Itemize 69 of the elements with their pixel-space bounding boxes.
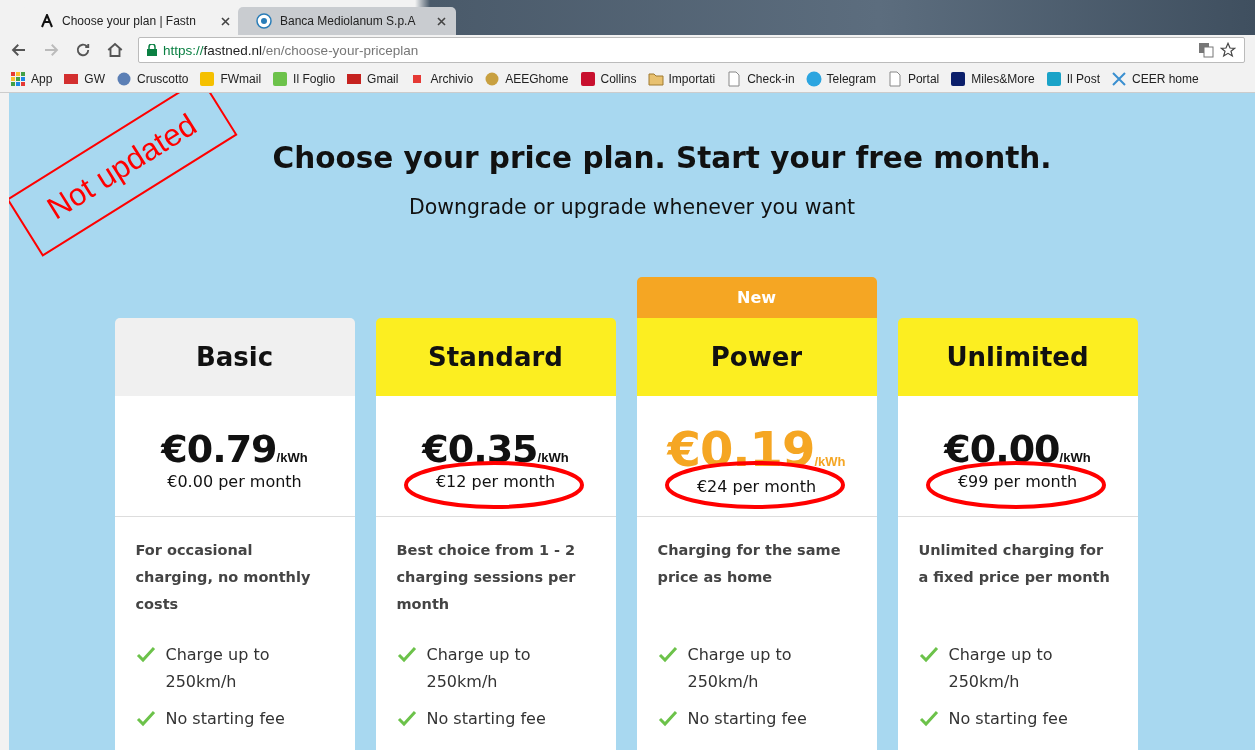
bookmark[interactable]: App (10, 70, 53, 87)
bookmark[interactable]: AEEGhome (484, 70, 569, 87)
bookmark[interactable]: FWmail (199, 70, 262, 87)
plan-price: €0.00 (944, 429, 1060, 468)
check-icon (918, 709, 939, 729)
bookmark[interactable]: Telegram (805, 70, 876, 87)
page-heading: Choose your price plan. Start your free month. (272, 141, 1052, 175)
bookmark[interactable]: CEER home (1111, 70, 1199, 87)
logo-icon (256, 13, 272, 29)
monthly-fee: €0.00 per month (167, 471, 302, 491)
plan-title: Basic (114, 318, 355, 396)
check-icon (396, 709, 417, 729)
page-icon (726, 70, 743, 87)
check-icon (396, 645, 417, 665)
bookmark[interactable]: Il Foglio (272, 70, 336, 87)
bookmark[interactable]: Il Post (1045, 70, 1100, 87)
plan-title: Unlimited (897, 318, 1138, 396)
plan-description: Charging for the same price as home (656, 541, 842, 587)
star-icon[interactable] (1220, 42, 1236, 58)
check-icon (657, 645, 678, 665)
url-text: https://fastned.nl/en/choose-your-priceplan (163, 42, 420, 58)
feature-text: No starting fee (165, 708, 285, 730)
apps-grid-icon (10, 70, 26, 87)
back-icon[interactable] (10, 41, 28, 59)
plan-price: €0.35 (422, 429, 538, 468)
bookmark[interactable]: Archivio (409, 70, 474, 87)
bookmark[interactable]: Miles&More (950, 70, 1035, 87)
home-icon[interactable] (106, 41, 124, 59)
bookmark[interactable]: Gmail (346, 70, 399, 87)
plan-description: For occasional charging, no monthly costs (134, 541, 312, 614)
close-icon[interactable] (437, 16, 446, 26)
bookmark[interactable]: Portal (886, 70, 940, 87)
feature-text: Charge up to 250km/h (426, 644, 532, 693)
plan-description: Unlimited charging for a fixed price per month (917, 541, 1111, 587)
check-icon (657, 709, 678, 729)
bookmark[interactable]: Cruscotto (116, 70, 189, 87)
bookmark[interactable]: Check-in (726, 70, 795, 87)
plan-title: Power (636, 318, 877, 396)
check-icon (135, 645, 156, 665)
price-unit: /kWh (537, 449, 569, 465)
price-unit: /kWh (1059, 449, 1091, 465)
logo-icon (40, 14, 54, 28)
bookmark[interactable]: Collins (579, 70, 637, 87)
feature-text: No starting fee (948, 708, 1068, 730)
bookmark[interactable]: Importati (647, 70, 716, 87)
feature-text: No starting fee (687, 708, 807, 730)
check-icon (135, 709, 156, 729)
page-icon (886, 70, 903, 87)
feature-text: Charge up to 250km/h (948, 644, 1054, 693)
bookmark[interactable]: GW (63, 70, 106, 87)
reload-icon[interactable] (74, 41, 92, 59)
feature-text: Charge up to 250km/h (165, 644, 271, 693)
feature-text: No starting fee (426, 708, 546, 730)
check-icon (918, 645, 939, 665)
lock-icon (147, 44, 157, 56)
plan-description: Best choice from 1 - 2 charging sessions per month (395, 541, 577, 614)
address-bar[interactable]: https://fastned.nl/en/choose-your-priceplan (138, 37, 1245, 63)
monthly-fee: €99 per month (957, 471, 1078, 491)
plan-title: Standard (375, 318, 616, 396)
feature-text: Charge up to 250km/h (687, 644, 793, 693)
close-icon[interactable] (221, 16, 230, 26)
plan-price: €0.79 (161, 429, 277, 468)
price-unit: /kWh (276, 449, 308, 465)
new-badge: New (636, 277, 877, 318)
page-subheading: Downgrade or upgrade whenever you want (408, 195, 856, 219)
monthly-fee: €12 per month (435, 471, 556, 491)
browser-tab[interactable]: Banca Mediolanum S.p.A (238, 7, 456, 35)
monthly-fee: €24 per month (696, 476, 817, 496)
price-unit: /kWh (814, 453, 846, 469)
